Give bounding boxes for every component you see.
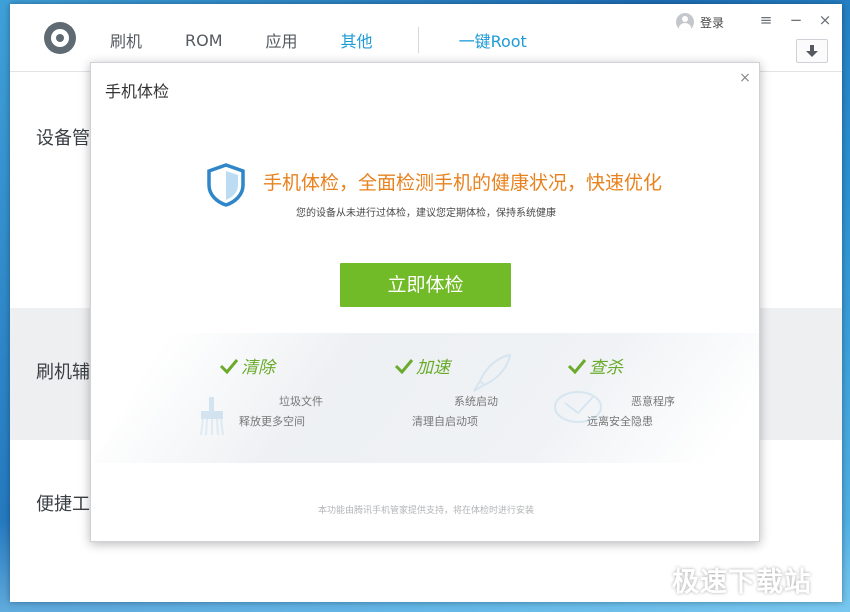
download-button[interactable]: [796, 39, 828, 63]
tab-apps[interactable]: 应用: [266, 28, 298, 52]
feature-speedup-name: 加速: [416, 358, 450, 378]
feature-clean-line1: 垃圾文件: [279, 395, 323, 408]
dialog-title: 手机体检: [105, 82, 170, 101]
dialog-headline: 手机体检，全面检测手机的健康状况，快速优化: [263, 172, 663, 194]
dialog-subline: 您的设备从未进行过体检，建议您定期体检，保持系统健康: [296, 208, 556, 219]
feature-antivirus-name: 查杀: [589, 358, 623, 378]
shield-icon: [207, 163, 245, 207]
check-icon: [219, 358, 239, 374]
phone-checkup-dialog: 手机体检 × 手机体检，全面检测手机的健康状况，快速优化 您的设备从未进行过体检…: [90, 62, 760, 542]
feature-antivirus: 查杀 恶意程序 远离安全隐患: [554, 353, 759, 473]
login-label: 登录: [700, 15, 725, 30]
nav-divider: [417, 27, 419, 53]
feature-clean-name: 清除: [241, 358, 275, 378]
section-shortcuts-label: 便捷工: [36, 494, 90, 515]
feature-speedup-line1: 系统启动: [454, 395, 498, 408]
close-button[interactable]: ×: [815, 10, 835, 30]
section-flash-helper-label: 刷机辅: [36, 362, 90, 383]
feature-clean: 清除 垃圾文件 释放更多空间: [200, 353, 419, 473]
feature-antivirus-line2: 远离安全隐患: [587, 415, 653, 428]
minimize-button[interactable]: −: [786, 10, 806, 30]
feature-clean-line2: 释放更多空间: [239, 415, 305, 428]
section-device-label: 设备管: [36, 128, 90, 149]
menu-icon[interactable]: ≡: [756, 10, 776, 30]
login-button[interactable]: 登录: [676, 12, 724, 32]
main-nav: 刷机 ROM 应用 其他 一键Root: [110, 27, 527, 53]
tab-flash[interactable]: 刷机: [110, 28, 142, 52]
start-checkup-button[interactable]: 立即体检: [340, 263, 511, 307]
app-logo-icon: [44, 22, 76, 54]
download-arrow-icon: [806, 44, 818, 57]
tab-rom[interactable]: ROM: [185, 31, 223, 50]
user-avatar-icon: [676, 13, 694, 31]
check-icon: [567, 358, 587, 374]
dialog-footer-note: 本功能由腾讯手机管家提供支持，将在体检时进行安装: [317, 506, 534, 516]
check-icon: [394, 358, 414, 374]
rocket-icon: [473, 353, 512, 392]
feature-antivirus-line1: 恶意程序: [631, 395, 675, 408]
tab-other[interactable]: 其他: [341, 28, 373, 52]
feature-speedup-line2: 清理自启动项: [412, 415, 478, 428]
dialog-close-button[interactable]: ×: [736, 69, 754, 87]
tab-one-click-root[interactable]: 一键Root: [459, 28, 527, 52]
broom-icon: [200, 397, 224, 436]
site-watermark: 极速下载站: [672, 567, 812, 598]
